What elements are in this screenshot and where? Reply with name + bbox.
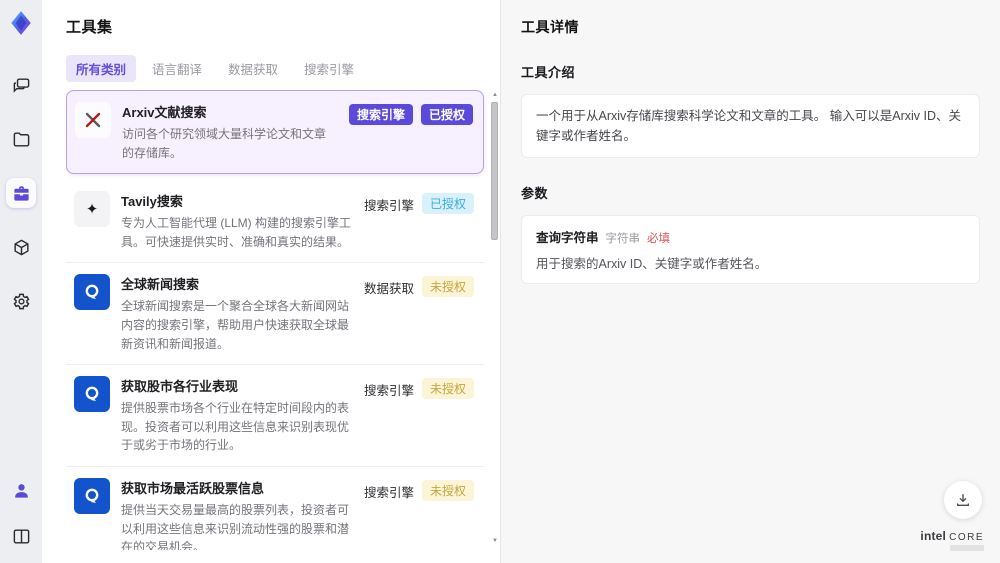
- intro-text: 一个用于从Arxiv存储库搜索科学论文和文章的工具。 输入可以是Arxiv ID…: [536, 109, 962, 143]
- status-badge: 已授权: [420, 104, 473, 125]
- page-title: 工具集: [66, 19, 113, 36]
- tool-card-arxiv[interactable]: Arxiv文献搜索 访问各个研究领域大量科学论文和文章的存储库。 搜索引擎 已授…: [66, 90, 484, 175]
- arxiv-logo-icon: [75, 102, 111, 138]
- category-badge: 搜索引擎: [348, 104, 413, 125]
- download-button[interactable]: [944, 481, 982, 519]
- param-description: 用于搜索的Arxiv ID、关键字或作者姓名。: [536, 257, 768, 271]
- tool-name: Arxiv文献搜索: [122, 105, 207, 120]
- app-window: 工具集 所有类别 语言翻译 数据获取 搜索引擎 Arxiv文献搜索 访问各个研究…: [0, 0, 1000, 563]
- param-name: 查询字符串: [536, 231, 599, 245]
- category-label: 搜索引擎: [363, 199, 414, 214]
- tool-description: 专为人工智能代理 (LLM) 构建的搜索引擎工具。可快速提供实时、准确和真实的结…: [121, 216, 352, 249]
- category-label: 搜索引擎: [363, 384, 414, 399]
- scrollbar-thumb[interactable]: [491, 102, 498, 240]
- intro-box: 一个用于从Arxiv存储库搜索科学论文和文章的工具。 输入可以是Arxiv ID…: [521, 94, 980, 158]
- tab-data-fetch[interactable]: 数据获取: [218, 55, 288, 82]
- user-icon[interactable]: [6, 475, 36, 505]
- param-required-flag: 必填: [647, 233, 671, 245]
- tab-language-translation[interactable]: 语言翻译: [142, 55, 212, 82]
- left-rail: [0, 0, 42, 563]
- scrollbar-down-arrow[interactable]: ▼: [492, 538, 498, 544]
- panel-layout-icon[interactable]: [6, 521, 36, 551]
- tool-name: 获取股市各行业表现: [121, 379, 239, 395]
- folder-icon[interactable]: [6, 124, 36, 154]
- tool-card-sector-performance[interactable]: 获取股市各行业表现 提供股票市场各个行业在特定时间段内的表现。投资者可以利用这些…: [66, 364, 484, 466]
- param-box: 查询字符串 字符串 必填 用于搜索的Arxiv ID、关键字或作者姓名。: [521, 215, 980, 284]
- tool-card-active-stocks[interactable]: 获取市场最活跃股票信息 提供当天交易量最高的股票列表，投资者可以利用这些信息来识…: [66, 465, 484, 550]
- status-badge: 未授权: [421, 479, 474, 501]
- tool-description: 提供当天交易量最高的股票列表，投资者可以利用这些信息来识别流动性强的股票和潜在的…: [121, 502, 350, 550]
- news-blue-logo-icon: [74, 477, 110, 514]
- list-scrollbar[interactable]: ▲ ▼: [490, 90, 500, 550]
- rail-bottom: [6, 475, 36, 551]
- tavily-star-logo-icon: ✦: [74, 191, 110, 228]
- news-blue-logo-icon: [74, 376, 110, 413]
- tool-description: 访问各个研究领域大量科学论文和文章的存储库。: [122, 127, 327, 160]
- tab-search-engine[interactable]: 搜索引擎: [294, 55, 364, 82]
- intro-heading: 工具介绍: [521, 65, 576, 80]
- category-label: 搜索引擎: [363, 485, 414, 500]
- news-blue-logo-icon: [74, 274, 110, 311]
- category-tabs: 所有类别 语言翻译 数据获取 搜索引擎: [66, 55, 500, 82]
- toolbox-icon[interactable]: [6, 178, 36, 208]
- tool-detail-panel: 工具详情 工具介绍 一个用于从Arxiv存储库搜索科学论文和文章的工具。 输入可…: [500, 0, 1000, 563]
- status-badge: 已授权: [421, 193, 474, 215]
- tool-list: Arxiv文献搜索 访问各个研究领域大量科学论文和文章的存储库。 搜索引擎 已授…: [66, 90, 500, 550]
- param-type: 字符串: [605, 233, 641, 245]
- core-brand-text: CORE: [949, 532, 984, 543]
- intel-core-logo: intel CORE: [920, 529, 984, 551]
- tool-name: Tavily搜索: [121, 194, 183, 210]
- cube-icon[interactable]: [6, 232, 36, 262]
- tool-description: 提供股票市场各个行业在特定时间段内的表现。投资者可以利用这些信息来识别表现优于或…: [121, 401, 350, 453]
- intel-brand-text: intel: [920, 529, 947, 543]
- chat-icon[interactable]: [6, 70, 36, 100]
- rail-nav: [6, 70, 36, 316]
- tool-name: 全球新闻搜索: [121, 277, 200, 293]
- app-logo-icon: [11, 11, 31, 35]
- detail-title: 工具详情: [521, 19, 579, 35]
- tools-panel: 工具集 所有类别 语言翻译 数据获取 搜索引擎 Arxiv文献搜索 访问各个研究…: [42, 0, 500, 563]
- params-heading: 参数: [521, 186, 549, 201]
- intel-sub-mark: [950, 545, 984, 551]
- status-badge: 未授权: [421, 378, 474, 400]
- download-icon: [957, 494, 969, 506]
- settings-gear-icon[interactable]: [6, 286, 36, 316]
- tool-name: 获取市场最活跃股票信息: [121, 480, 265, 496]
- status-badge: 未授权: [421, 276, 474, 298]
- tab-all-categories[interactable]: 所有类别: [66, 55, 137, 82]
- tool-card-tavily[interactable]: ✦ Tavily搜索 专为人工智能代理 (LLM) 构建的搜索引擎工具。可快速提…: [66, 180, 484, 262]
- category-label: 数据获取: [363, 282, 414, 297]
- scrollbar-up-arrow[interactable]: ▲: [492, 92, 498, 98]
- tool-description: 全球新闻搜索是一个聚合全球各大新闻网站内容的搜索引擎，帮助用户快速获取全球最新资…: [121, 299, 350, 351]
- tool-card-global-news[interactable]: 全球新闻搜索 全球新闻搜索是一个聚合全球各大新闻网站内容的搜索引擎，帮助用户快速…: [66, 262, 484, 364]
